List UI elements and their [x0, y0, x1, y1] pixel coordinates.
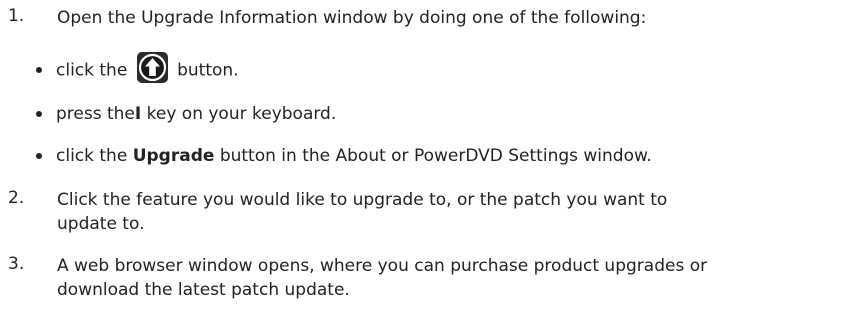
keyboard-key: I — [134, 104, 142, 124]
step-number: 1. — [8, 6, 25, 26]
step-text-line-1: A web browser window opens, where you ca… — [57, 256, 708, 276]
step-number: 2. — [8, 188, 25, 208]
step-text-line-2: update to. — [57, 214, 145, 234]
bullet-text-after: key on your keyboard. — [146, 104, 337, 124]
step-text-line-2: download the latest patch update. — [57, 280, 350, 300]
bullet-dot — [36, 111, 42, 117]
bullet-dot — [36, 153, 42, 159]
upgrade-button-label: Upgrade — [132, 146, 215, 166]
upgrade-arrow-icon — [136, 52, 168, 83]
bullet-text-after: button in the About or PowerDVD Settings… — [219, 146, 652, 166]
bullet-text-before: click the — [56, 146, 128, 166]
step-number: 3. — [8, 254, 25, 274]
bullet-text-after: button. — [177, 60, 239, 81]
step-text: Open the Upgrade Information window by d… — [57, 8, 647, 28]
bullet-text-before: click the — [56, 60, 128, 81]
bullet-dot — [36, 67, 42, 73]
bullet-text-before: press the — [56, 104, 135, 124]
instructions-document: 1. Open the Upgrade Information window b… — [0, 0, 866, 324]
step-text-line-1: Click the feature you would like to upgr… — [57, 190, 668, 210]
